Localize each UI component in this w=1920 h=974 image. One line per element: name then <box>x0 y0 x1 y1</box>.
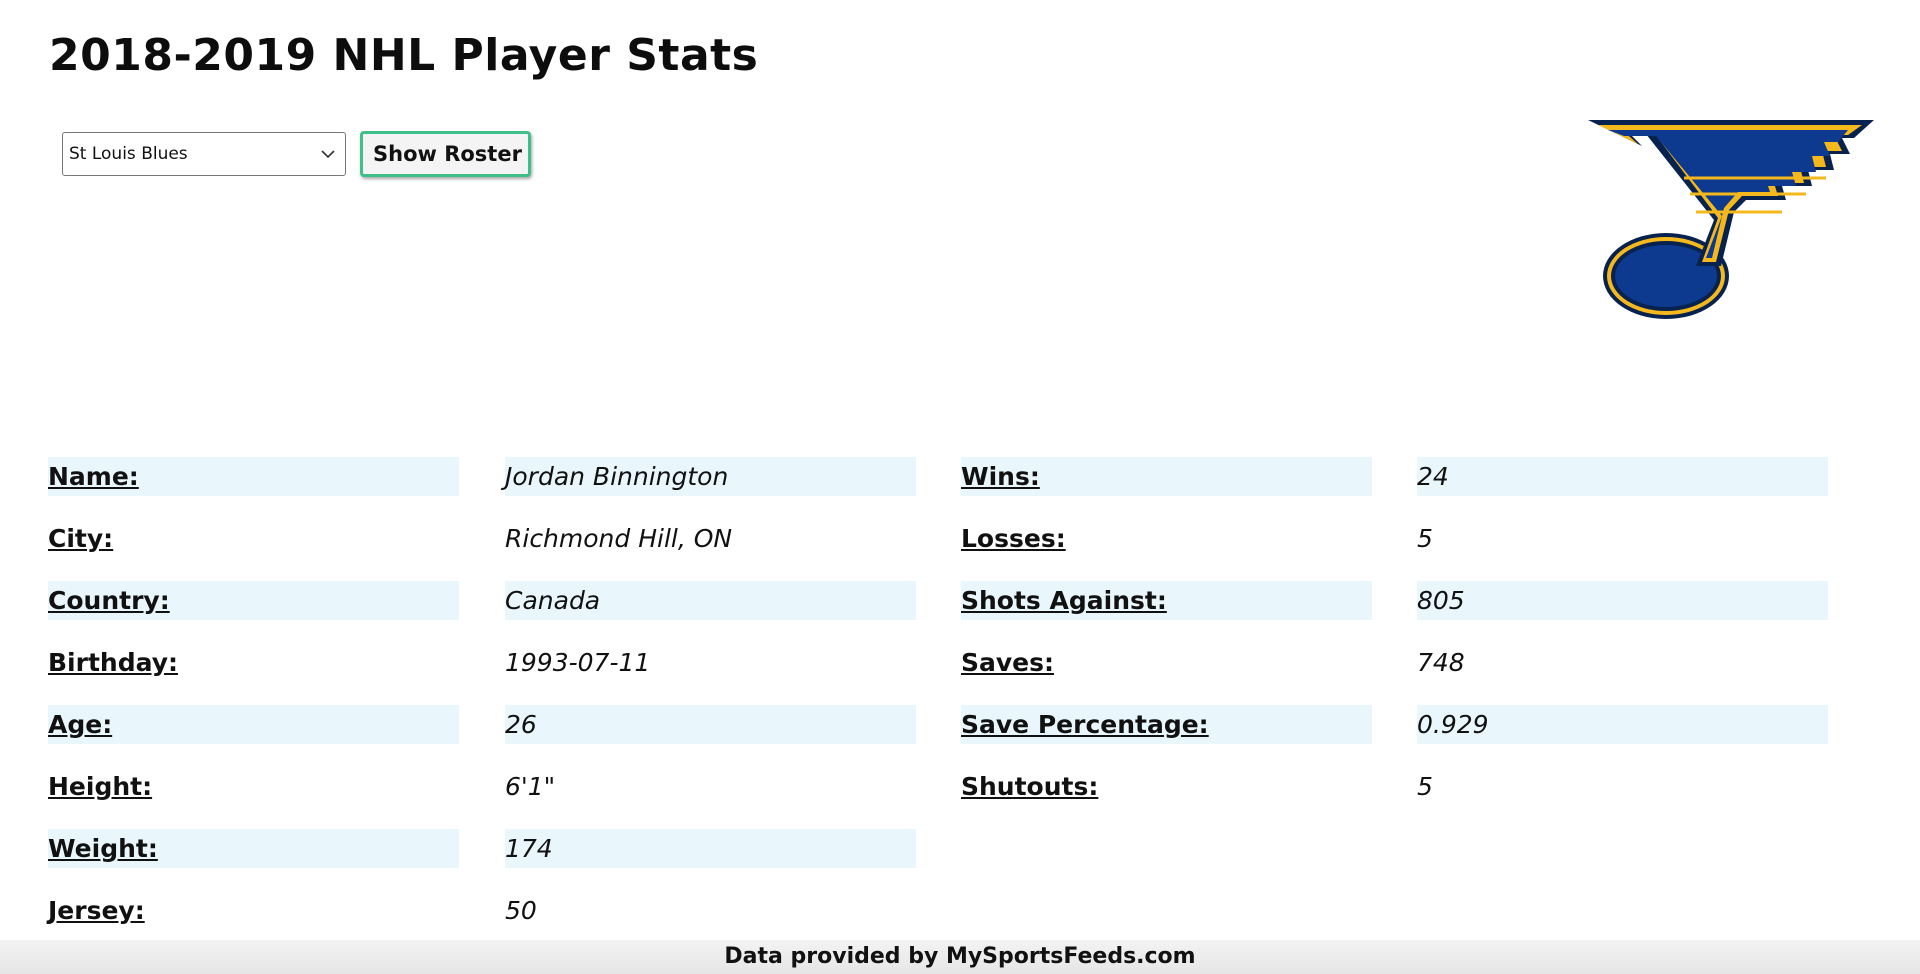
goalie-stat-label: Shots Against: <box>961 581 1372 620</box>
player-info-value: 26 <box>505 705 916 744</box>
page-title: 2018-2019 NHL Player Stats <box>49 30 759 81</box>
goalie-stat-label <box>961 829 1372 868</box>
player-info-value: Richmond Hill, ON <box>505 524 733 553</box>
team-select[interactable]: St Louis Blues <box>62 132 346 176</box>
stats-row: Name: Jordan Binnington Wins: 24 <box>48 457 1828 519</box>
goalie-stat-value <box>1417 829 1828 868</box>
stats-row: Age: 26 Save Percentage: 0.929 <box>48 705 1828 767</box>
player-info-label: Country: <box>48 581 459 620</box>
chevron-down-icon <box>321 150 335 159</box>
goalie-stat-label: Shutouts: <box>961 772 1099 801</box>
team-logo-icon <box>1588 120 1874 319</box>
player-info-label: Birthday: <box>48 648 178 677</box>
goalie-stat-value: 5 <box>1417 524 1433 553</box>
player-info-value: 174 <box>505 829 916 868</box>
player-info-label: Name: <box>48 457 459 496</box>
roster-controls: St Louis Blues Show Roster <box>62 131 531 177</box>
player-info-value: 6'1" <box>505 772 556 801</box>
player-info-label: Jersey: <box>48 896 145 925</box>
player-info-label: Height: <box>48 772 153 801</box>
player-info-label: City: <box>48 524 114 553</box>
player-info-value: Canada <box>505 581 916 620</box>
team-select-value: St Louis Blues <box>69 144 188 164</box>
goalie-stat-label <box>961 891 1372 930</box>
player-info-value: 50 <box>505 896 537 925</box>
page: 2018-2019 NHL Player Stats St Louis Blue… <box>0 0 1920 974</box>
player-info-label: Age: <box>48 705 459 744</box>
goalie-stat-value: 748 <box>1417 648 1465 677</box>
footer-credit: Data provided by MySportsFeeds.com <box>0 940 1920 974</box>
goalie-stat-value: 0.929 <box>1417 705 1828 744</box>
player-stats-table: Name: Jordan Binnington Wins: 24 City: Richmo… <box>48 457 1828 953</box>
goalie-stat-label: Save Percentage: <box>961 705 1372 744</box>
stats-row: Weight: 174 <box>48 829 1828 891</box>
player-info-value: 1993-07-11 <box>505 648 651 677</box>
goalie-stat-value: 805 <box>1417 581 1828 620</box>
goalie-stat-label: Losses: <box>961 524 1066 553</box>
stats-row: Birthday: 1993-07-11 Saves: 748 <box>48 643 1828 705</box>
player-info-label: Weight: <box>48 829 459 868</box>
stats-row: Country: Canada Shots Against: 805 <box>48 581 1828 643</box>
goalie-stat-value <box>1417 891 1828 930</box>
stats-row: City: Richmond Hill, ON Losses: 5 <box>48 519 1828 581</box>
show-roster-button[interactable]: Show Roster <box>360 131 531 177</box>
stats-row: Height: 6'1" Shutouts: 5 <box>48 767 1828 829</box>
goalie-stat-value: 24 <box>1417 457 1828 496</box>
player-info-value: Jordan Binnington <box>505 457 916 496</box>
goalie-stat-label: Saves: <box>961 648 1055 677</box>
goalie-stat-value: 5 <box>1417 772 1433 801</box>
goalie-stat-label: Wins: <box>961 457 1372 496</box>
